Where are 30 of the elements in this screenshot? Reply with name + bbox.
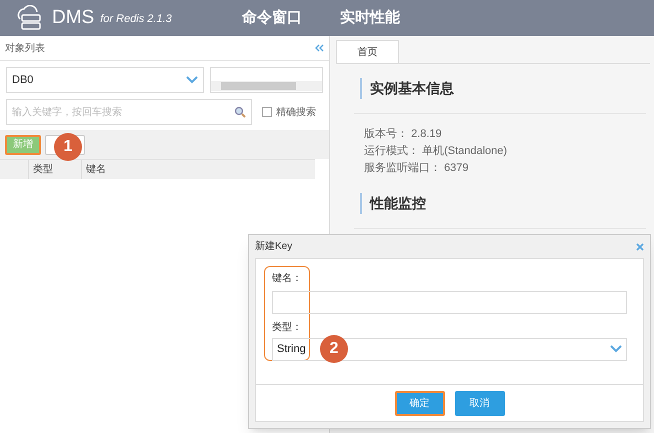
step-tooltip: 2 (320, 335, 348, 363)
key-name-field[interactable] (272, 290, 627, 314)
panel-title: 对象列表 (5, 42, 45, 56)
chevron-down-icon (610, 345, 622, 353)
db-select[interactable]: DB0 (6, 67, 204, 93)
horizontal-scrollbar[interactable] (211, 81, 322, 91)
tab[interactable]: 首页 (336, 40, 399, 63)
field-label: 类型： (272, 320, 303, 334)
info-row-text: 服务监听端口： 6379 (364, 161, 470, 176)
dialog-title: 新建Key (255, 240, 292, 254)
column-header[interactable]: 类型 (28, 160, 81, 179)
search-icon (234, 106, 246, 118)
search-field[interactable]: 输入关键字，按回车搜索 (6, 99, 252, 125)
search-input[interactable]: 输入关键字，按回车搜索 (12, 104, 212, 120)
app-title: DMS (52, 6, 94, 30)
column-header[interactable]: 键名 (81, 160, 315, 179)
collapse-icon[interactable] (315, 44, 324, 52)
nav-link[interactable]: 实时性能 (340, 6, 400, 30)
section-title: 实例基本信息 (360, 78, 454, 99)
info-row-text: 版本号： 2.8.19 (364, 127, 443, 142)
info-row-text: 运行模式： 单机(Standalone) (364, 144, 508, 159)
chevron-down-icon (186, 76, 198, 84)
nav-link[interactable]: 命令窗口 (242, 6, 302, 30)
section-title: 性能监控 (360, 193, 426, 214)
app-subtitle: for Redis 2.1.3 (100, 12, 172, 28)
field-label: 键名： (272, 272, 303, 286)
exact-search-checkbox[interactable] (262, 107, 272, 117)
key-select[interactable] (210, 67, 323, 93)
checkbox-label: 精确搜索 (276, 106, 316, 120)
close-icon[interactable] (636, 242, 644, 250)
